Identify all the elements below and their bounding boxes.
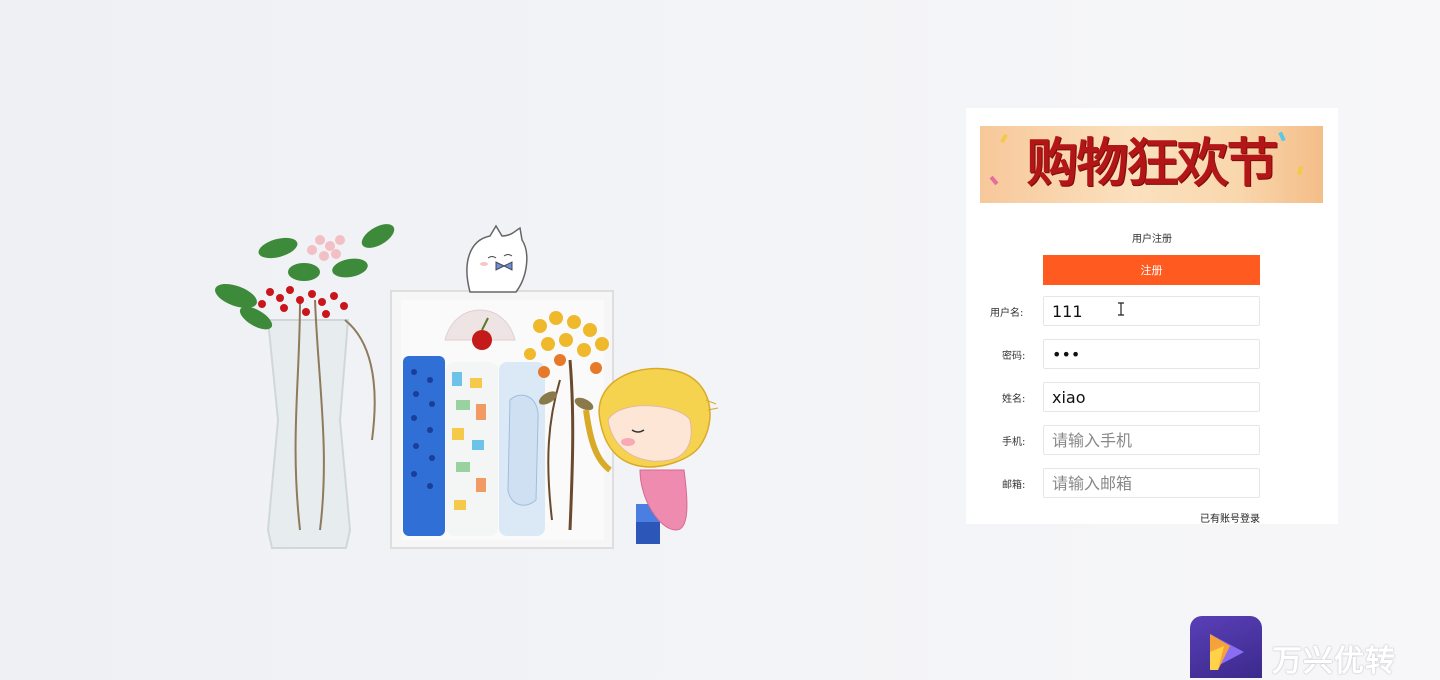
name-label: 姓名: [1002, 394, 1026, 405]
name-input[interactable] [1043, 382, 1260, 412]
password-input[interactable] [1043, 339, 1260, 369]
promo-banner: 购物狂欢节 [980, 126, 1323, 203]
registration-card: 购物狂欢节 用户注册 注册 用户名: 密码: 姓名: 手机: 邮箱: 已有账号登… [966, 108, 1338, 525]
email-input[interactable] [1043, 468, 1260, 498]
brand-watermark-text: 万兴优转 [1272, 644, 1396, 679]
banner-title: 购物狂欢节 [1026, 133, 1278, 194]
phone-input[interactable] [1043, 425, 1260, 455]
register-button[interactable]: 注册 [1043, 255, 1260, 285]
play-logo-icon [1190, 616, 1262, 678]
email-label: 邮箱: [1002, 480, 1026, 491]
username-label: 用户名: [990, 308, 1024, 319]
login-link[interactable]: 已有账号登录 [1200, 510, 1260, 525]
phone-label: 手机: [1002, 437, 1026, 448]
username-input[interactable] [1043, 296, 1260, 326]
flower-vase-illustration [215, 224, 395, 549]
password-label: 密码: [1002, 351, 1026, 362]
decorative-illustration [215, 224, 719, 549]
play-shape-icon [1210, 634, 1244, 670]
shelf-box-illustration [390, 290, 614, 549]
form-title: 用户注册 [1132, 234, 1172, 245]
text-cursor-icon [1118, 302, 1124, 316]
cat-sticker-illustration [466, 224, 528, 293]
